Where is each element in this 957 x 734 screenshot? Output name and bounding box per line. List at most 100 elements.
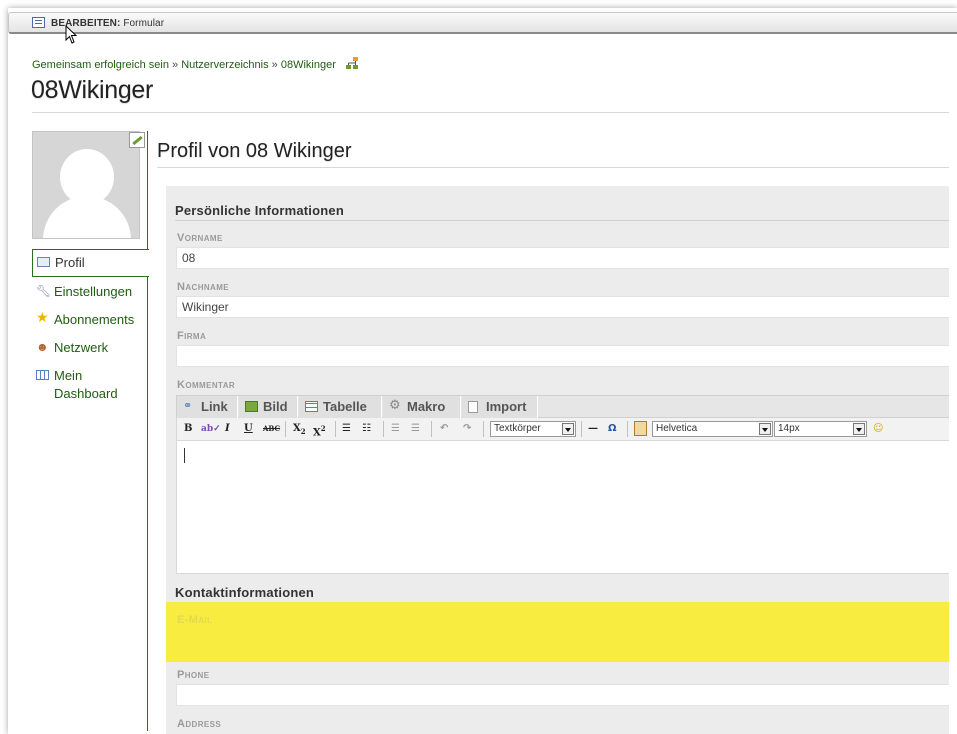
section-divider xyxy=(175,220,949,221)
edit-mode-strong: BEARBEITEN: xyxy=(51,18,121,29)
toolbar-separator xyxy=(285,421,286,437)
toolbar-separator xyxy=(431,421,432,437)
page-title: 08Wikinger xyxy=(31,76,154,104)
nav-item-abonnements[interactable]: ★ Abonnements xyxy=(32,307,148,333)
redo-icon[interactable]: ↷ xyxy=(463,422,471,436)
chevron-down-icon xyxy=(562,423,574,435)
breadcrumb-separator: » xyxy=(168,59,182,71)
underline-icon[interactable]: U xyxy=(244,422,253,436)
section-heading-personal: Persönliche Informationen xyxy=(175,203,344,218)
emoticon-icon[interactable]: ☺ xyxy=(873,422,883,436)
tab-tabelle[interactable]: Tabelle xyxy=(299,396,382,418)
nav-item-label: Einstellungen xyxy=(54,284,133,299)
italic-icon[interactable]: I xyxy=(225,422,230,436)
outdent-icon[interactable]: ☰ xyxy=(391,422,400,436)
label-phone: Phone xyxy=(177,669,210,681)
breadcrumb-separator: » xyxy=(268,59,281,71)
edit-mode-bar: BEARBEITEN: Formular xyxy=(8,12,957,34)
avatar xyxy=(32,131,140,239)
bold-icon[interactable]: B xyxy=(184,422,192,436)
star-icon: ★ xyxy=(36,309,49,325)
label-firma: Firma xyxy=(177,330,207,342)
label-vorname: Vorname xyxy=(177,232,223,244)
image-icon xyxy=(245,401,258,412)
spellcheck-icon[interactable]: ab✓ xyxy=(201,422,221,436)
profile-nav: Profil 🔧︎ Einstellungen ★ Abonnements ☻ … xyxy=(32,249,149,407)
undo-icon[interactable]: ↶ xyxy=(440,422,448,436)
paragraph-style-select[interactable]: Textkörper xyxy=(490,421,576,437)
label-nachname: Nachname xyxy=(177,281,230,293)
breadcrumb-wiki[interactable]: Gemeinsam erfolgreich sein xyxy=(32,59,169,71)
tab-import[interactable]: Import xyxy=(462,396,538,418)
select-value: Helvetica xyxy=(656,423,698,434)
nav-item-label: Profil xyxy=(55,255,85,270)
mouse-cursor-icon xyxy=(65,25,78,44)
paste-icon[interactable] xyxy=(634,421,647,436)
title-divider xyxy=(32,112,949,113)
edit-mode-form: Formular xyxy=(120,18,165,29)
special-char-icon[interactable]: Ω xyxy=(608,422,617,436)
nav-item-label: Mein Dashboard xyxy=(54,368,118,401)
nachname-input[interactable] xyxy=(176,296,949,318)
toolbar-separator xyxy=(335,421,336,437)
font-family-select[interactable]: Helvetica xyxy=(652,421,773,437)
tab-label: Import xyxy=(486,399,527,414)
nav-item-einstellungen[interactable]: 🔧︎ Einstellungen xyxy=(32,279,148,305)
horizontal-rule-icon[interactable]: — xyxy=(588,422,598,436)
toolbar-separator xyxy=(483,421,484,437)
table-icon xyxy=(305,401,318,412)
toolbar-separator xyxy=(383,421,384,437)
indent-icon[interactable]: ☰ xyxy=(411,422,420,436)
link-icon: ⚭ xyxy=(183,400,193,412)
editor-tabs: ⚭ Link Bild Tabelle ⚙ Makro Import xyxy=(176,395,949,418)
bullet-list-icon[interactable]: ☰ xyxy=(342,422,351,436)
import-icon xyxy=(468,401,478,413)
breadcrumb-user[interactable]: 08Wikinger xyxy=(281,59,336,71)
email-field-highlight: E-Mail xyxy=(166,602,949,662)
sidebar-divider xyxy=(147,131,148,731)
tab-label: Makro xyxy=(407,399,446,414)
breadcrumb: Gemeinsam erfolgreich sein » Nutzerverze… xyxy=(32,57,359,71)
tab-bild[interactable]: Bild xyxy=(239,396,298,418)
chevron-down-icon xyxy=(853,423,865,435)
nav-item-label: Abonnements xyxy=(54,312,135,327)
comment-editor[interactable] xyxy=(176,441,949,574)
content-divider xyxy=(157,167,949,168)
gear-icon: ⚙ xyxy=(389,397,401,412)
network-icon: ☻ xyxy=(36,340,49,354)
numbered-list-icon[interactable]: ☷ xyxy=(362,422,371,436)
tab-label: Link xyxy=(201,399,228,414)
content-title: Profil von 08 Wikinger xyxy=(157,140,352,162)
user-hierarchy-icon[interactable] xyxy=(345,57,359,70)
avatar-body xyxy=(43,196,131,238)
tab-label: Bild xyxy=(263,399,288,414)
select-value: Textkörper xyxy=(494,423,541,434)
text-caret xyxy=(184,448,185,463)
tab-makro[interactable]: ⚙ Makro xyxy=(383,396,461,418)
nav-item-label: Netzwerk xyxy=(54,340,109,355)
label-email: E-Mail xyxy=(177,614,213,626)
label-kommentar: Kommentar xyxy=(177,379,236,391)
email-input[interactable] xyxy=(176,633,949,655)
dashboard-icon xyxy=(36,370,49,380)
section-heading-contact: Kontaktinformationen xyxy=(175,585,315,600)
select-value: 14px xyxy=(778,423,800,434)
superscript-icon[interactable]: X2 xyxy=(313,422,326,438)
nav-item-profil[interactable]: Profil xyxy=(32,249,149,277)
vorname-input[interactable] xyxy=(176,247,949,269)
toolbar-separator xyxy=(627,421,628,437)
firma-input[interactable] xyxy=(176,345,949,367)
toolbar-separator xyxy=(581,421,582,437)
wrench-icon: 🔧︎ xyxy=(36,284,52,298)
tab-label: Tabelle xyxy=(323,399,367,414)
nav-item-netzwerk[interactable]: ☻ Netzwerk xyxy=(32,335,148,361)
edit-avatar-icon[interactable] xyxy=(129,132,145,148)
chevron-down-icon xyxy=(759,423,771,435)
breadcrumb-directory[interactable]: Nutzerverzeichnis xyxy=(181,59,268,71)
nav-item-mein-dashboard[interactable]: Mein Dashboard xyxy=(32,363,148,407)
tab-link[interactable]: ⚭ Link xyxy=(177,396,238,418)
font-size-select[interactable]: 14px xyxy=(774,421,867,437)
subscript-icon[interactable]: X2 xyxy=(293,422,306,436)
phone-input[interactable] xyxy=(176,684,949,706)
strikethrough-icon[interactable]: ABC xyxy=(263,422,280,436)
